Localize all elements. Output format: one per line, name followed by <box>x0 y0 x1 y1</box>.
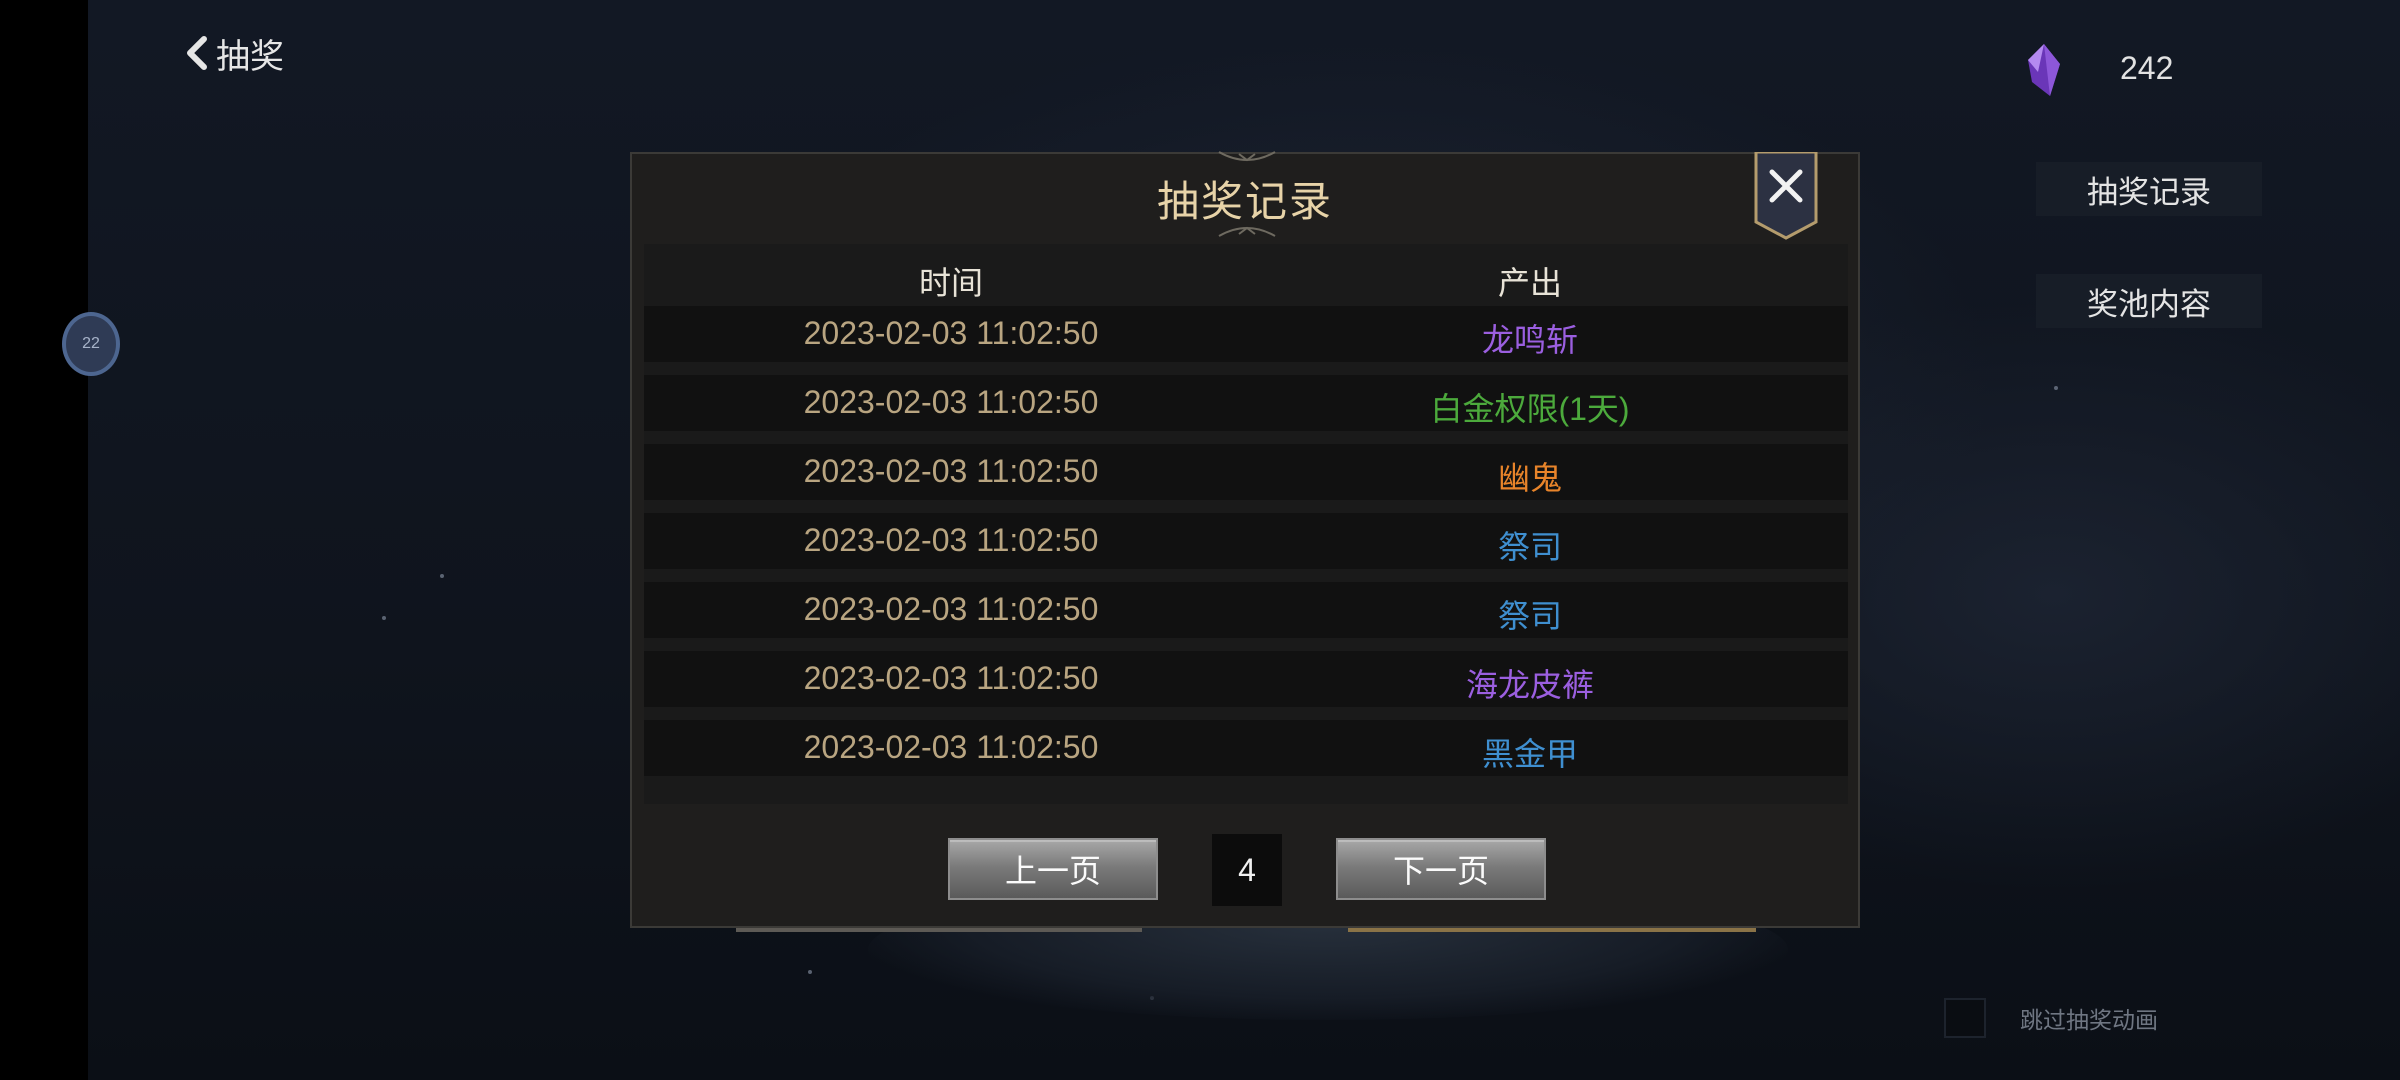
chevron-left-icon <box>187 36 207 70</box>
row-time: 2023-02-03 11:02:50 <box>803 660 1099 696</box>
star-decoration <box>382 616 386 620</box>
row-item: 祭司 <box>1497 598 1562 634</box>
skip-animation-label: 跳过抽奖动画 <box>2020 1007 2158 1033</box>
star-decoration <box>440 574 444 578</box>
row-time: 2023-02-03 11:02:50 <box>803 522 1099 558</box>
star-decoration <box>2054 386 2058 390</box>
table-row: 2023-02-03 11:02:50 龙鸣斩 <box>644 306 1848 362</box>
row-time: 2023-02-03 11:02:50 <box>803 384 1099 420</box>
table-row: 2023-02-03 11:02:50 祭司 <box>644 582 1848 638</box>
column-header-time: 时间 <box>918 265 983 301</box>
table-row: 2023-02-03 11:02:50 祭司 <box>644 513 1848 569</box>
row-time: 2023-02-03 11:02:50 <box>803 453 1099 489</box>
title-ornament-bottom <box>1218 226 1276 237</box>
next-page-button[interactable]: 下一页 <box>1336 838 1546 900</box>
row-time: 2023-02-03 11:02:50 <box>803 729 1099 765</box>
column-header-output: 产出 <box>1497 265 1562 301</box>
row-item: 海龙皮裤 <box>1465 667 1594 703</box>
pagination: 上一页 4 下一页 <box>632 834 1858 906</box>
draw-records-modal: 抽奖记录 时间 产出 2023-02-03 11:02:50 龙鸣斩 2023-… <box>630 151 1860 932</box>
back-button[interactable]: 抽奖 <box>184 28 284 78</box>
row-item: 黑金甲 <box>1481 736 1578 772</box>
row-item: 幽鬼 <box>1497 460 1562 496</box>
table-header: 时间 产出 <box>644 244 1848 308</box>
current-page-number: 4 <box>1212 834 1282 906</box>
divider-right <box>1348 928 1756 932</box>
badge-text: 22 <box>82 335 100 352</box>
draw-records-button[interactable]: 抽奖记录 <box>2036 162 2262 216</box>
close-icon[interactable] <box>1754 152 1818 240</box>
table-row: 2023-02-03 11:02:50 白金权限(1天) <box>644 375 1848 431</box>
skip-animation-checkbox[interactable] <box>1944 998 1986 1038</box>
records-table: 时间 产出 2023-02-03 11:02:50 龙鸣斩 2023-02-03… <box>644 244 1848 804</box>
table-row: 2023-02-03 11:02:50 海龙皮裤 <box>644 651 1848 707</box>
row-time: 2023-02-03 11:02:50 <box>803 315 1099 351</box>
table-row: 2023-02-03 11:02:50 黑金甲 <box>644 720 1848 776</box>
divider-left <box>736 928 1142 932</box>
prize-pool-button[interactable]: 奖池内容 <box>2036 274 2262 328</box>
skip-animation-toggle[interactable]: 跳过抽奖动画 <box>1944 998 2158 1038</box>
row-item: 白金权限(1天) <box>1430 391 1630 427</box>
currency-display: 242 <box>2024 42 2264 102</box>
table-row: 2023-02-03 11:02:50 幽鬼 <box>644 444 1848 500</box>
prev-page-button[interactable]: 上一页 <box>948 838 1158 900</box>
back-label: 抽奖 <box>216 37 284 76</box>
row-time: 2023-02-03 11:02:50 <box>803 591 1099 627</box>
star-decoration <box>808 970 812 974</box>
purple-crystal-icon <box>2028 44 2060 96</box>
row-item: 祭司 <box>1497 529 1562 565</box>
row-item: 龙鸣斩 <box>1481 322 1578 358</box>
currency-amount: 242 <box>2120 50 2174 86</box>
side-avatar-badge[interactable]: 22 <box>62 312 120 376</box>
